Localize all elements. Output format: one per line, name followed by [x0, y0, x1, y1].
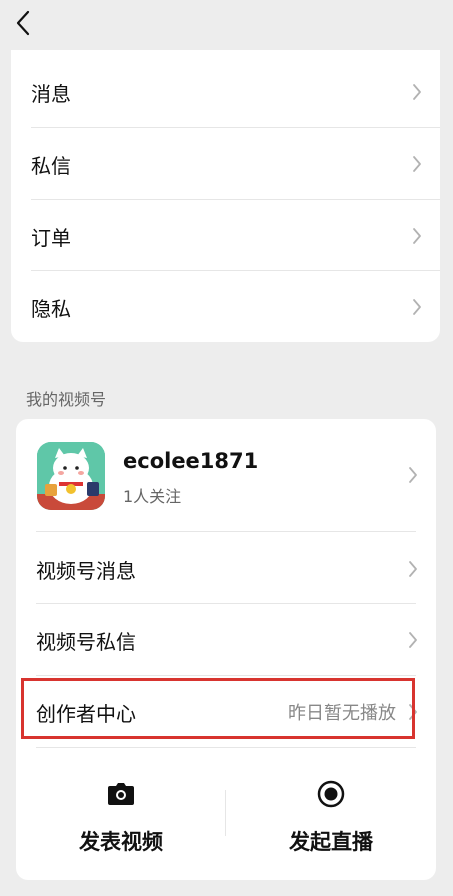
divider — [36, 747, 416, 748]
chevron-right-icon — [409, 704, 417, 720]
back-button[interactable] — [8, 6, 38, 40]
section-title: 我的视频号 — [26, 390, 107, 409]
chevron-right-icon — [413, 156, 421, 172]
creator-center-status: 昨日暂无播放 — [288, 703, 396, 724]
post-video-label: 发表视频 — [79, 830, 163, 854]
live-record-icon — [317, 780, 345, 808]
top-bar — [0, 0, 453, 50]
menu-item-label: 私信 — [31, 153, 71, 178]
chevron-right-icon — [413, 84, 421, 100]
chevron-right-icon — [409, 561, 417, 577]
menu-item-creator-center[interactable]: 创作者中心 昨日暂无播放 — [16, 676, 436, 748]
menu-item-label: 消息 — [31, 81, 71, 106]
menu-item-label: 视频号私信 — [36, 629, 136, 654]
menu-item-private-messages[interactable]: 私信 — [11, 128, 440, 200]
menu-item-channel-private-messages[interactable]: 视频号私信 — [16, 604, 436, 676]
menu-item-messages[interactable]: 消息 — [11, 56, 440, 128]
profile-row[interactable]: ecolee1871 1人关注 — [16, 419, 436, 531]
menu-item-channel-messages[interactable]: 视频号消息 — [16, 533, 436, 605]
menu-item-orders[interactable]: 订单 — [11, 200, 440, 272]
chevron-right-icon — [409, 467, 417, 483]
camera-icon — [108, 783, 134, 805]
settings-card: 消息 私信 订单 隐私 — [11, 50, 440, 342]
lucky-cat-avatar-icon — [37, 442, 105, 510]
back-chevron-icon — [16, 10, 30, 36]
menu-item-label: 视频号消息 — [36, 558, 136, 583]
divider — [36, 531, 416, 532]
menu-item-privacy[interactable]: 隐私 — [11, 271, 440, 342]
chevron-right-icon — [409, 632, 417, 648]
follower-count: 1人关注 — [123, 487, 182, 506]
post-video-button[interactable]: 发表视频 — [16, 770, 226, 860]
chevron-right-icon — [413, 228, 421, 244]
start-live-button[interactable]: 发起直播 — [226, 770, 436, 860]
channel-username: ecolee1871 — [123, 449, 259, 473]
menu-item-label: 创作者中心 — [36, 701, 136, 726]
menu-item-label: 隐私 — [31, 296, 71, 321]
start-live-label: 发起直播 — [289, 830, 373, 854]
chevron-right-icon — [413, 299, 421, 315]
menu-item-label: 订单 — [31, 225, 71, 250]
